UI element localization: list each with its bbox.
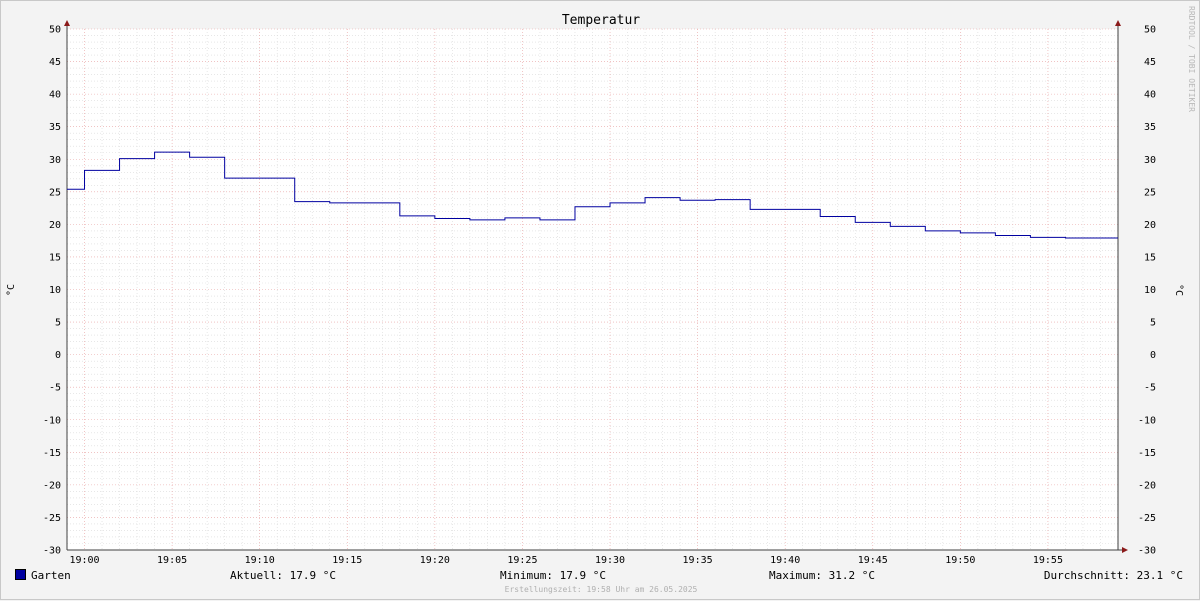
y-tick-label-right: 25 xyxy=(1144,187,1156,198)
y-axis-label-left: °C xyxy=(6,284,17,296)
y-axis-arrow-left xyxy=(64,20,70,26)
x-tick-label: 19:25 xyxy=(507,555,537,566)
x-tick-label: 19:50 xyxy=(945,555,975,566)
legend-series-label: Garten xyxy=(31,569,71,582)
y-tick-label-right: 15 xyxy=(1144,252,1156,263)
y-tick-label-right: 20 xyxy=(1144,220,1156,231)
x-tick-label: 19:10 xyxy=(245,555,275,566)
y-tick-label-right: 40 xyxy=(1144,90,1156,101)
chart-title: Temperatur xyxy=(562,13,640,28)
y-tick-label-right: -15 xyxy=(1138,448,1156,459)
y-tick-label-left: -15 xyxy=(43,448,61,459)
x-tick-label: 19:00 xyxy=(69,555,99,566)
chart-window: 50 50 45 45 40 40 35 35 30 30 25 25 20 20 15 15 10 10 5 5 0 0… xyxy=(0,0,1200,600)
x-tick-label: 19:30 xyxy=(595,555,625,566)
y-tick-label-right: 0 xyxy=(1150,350,1156,361)
y-tick-label-right: 30 xyxy=(1144,155,1156,166)
y-tick-label-right: 35 xyxy=(1144,122,1156,133)
y-tick-label-left: 30 xyxy=(49,155,61,166)
x-tick-label: 19:40 xyxy=(770,555,800,566)
y-tick-label-right: -5 xyxy=(1144,383,1156,394)
y-tick-label-right: -25 xyxy=(1138,513,1156,524)
x-tick-label: 19:15 xyxy=(332,555,362,566)
y-tick-label-left: 50 xyxy=(49,25,61,36)
y-tick-label-left: 25 xyxy=(49,187,61,198)
y-tick-label-right: -10 xyxy=(1138,415,1156,426)
legend-series: Garten xyxy=(15,569,71,582)
y-tick-label-left: -30 xyxy=(43,546,61,557)
y-tick-label-left: 5 xyxy=(55,318,61,329)
y-tick-label-left: 10 xyxy=(49,285,61,296)
x-tick-label: 19:35 xyxy=(683,555,713,566)
y-axis-label-right: °C xyxy=(1173,284,1184,296)
x-tick-label: 19:20 xyxy=(420,555,450,566)
y-tick-label-right: -20 xyxy=(1138,480,1156,491)
y-tick-label-left: 45 xyxy=(49,57,61,68)
creation-timestamp: Erstellungszeit: 19:58 Uhr am 26.05.2025 xyxy=(504,585,698,594)
legend-current: Aktuell: 17.9 °C xyxy=(230,569,336,582)
x-tick-label: 19:55 xyxy=(1033,555,1063,566)
y-tick-label-right: -30 xyxy=(1138,546,1156,557)
x-tick-label: 19:45 xyxy=(858,555,888,566)
y-tick-label-left: 20 xyxy=(49,220,61,231)
watermark: RRDTOOL / TOBI OETIKER xyxy=(1187,6,1196,112)
y-tick-label-left: 0 xyxy=(55,350,61,361)
y-tick-label-left: -10 xyxy=(43,415,61,426)
y-tick-label-left: 35 xyxy=(49,122,61,133)
y-tick-label-left: -5 xyxy=(49,383,61,394)
y-tick-label-left: 40 xyxy=(49,90,61,101)
y-tick-label-right: 5 xyxy=(1150,318,1156,329)
x-axis-arrow xyxy=(1122,547,1128,553)
y-tick-label-left: -25 xyxy=(43,513,61,524)
y-tick-label-right: 45 xyxy=(1144,57,1156,68)
y-tick-label-right: 10 xyxy=(1144,285,1156,296)
x-tick-label: 19:05 xyxy=(157,555,187,566)
y-axis-arrow-right xyxy=(1115,20,1121,26)
temperature-chart: 50 5045 4540 4035 3530 3025 2520 2015 1510 105 50 0… xyxy=(6,6,1196,566)
legend-minimum: Minimum: 17.9 °C xyxy=(500,569,606,582)
legend-average: Durchschnitt: 23.1 °C xyxy=(1043,569,1183,582)
legend-swatch xyxy=(15,569,26,580)
legend-maximum: Maximum: 31.2 °C xyxy=(769,569,875,582)
y-tick-label-left: 15 xyxy=(49,252,61,263)
y-tick-label-right: 50 xyxy=(1144,25,1156,36)
y-tick-label-left: -20 xyxy=(43,480,61,491)
